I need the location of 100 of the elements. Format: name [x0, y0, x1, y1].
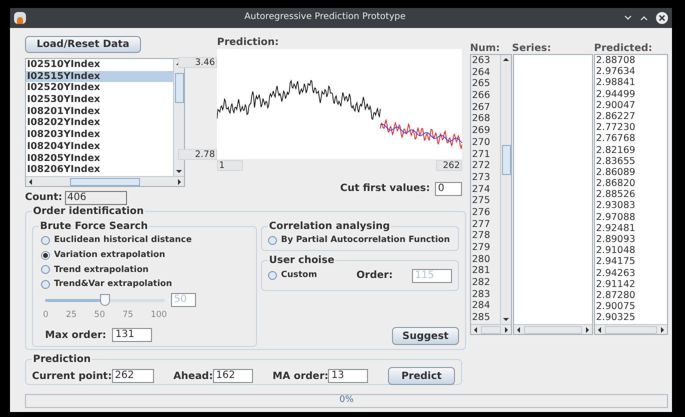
vertical-scrollbar[interactable] — [173, 59, 184, 176]
window-title: Autoregressive Prediction Prototype — [243, 11, 407, 24]
radio-button[interactable] — [268, 236, 277, 245]
row-number: 266 — [471, 90, 492, 102]
max-order-field[interactable]: 131 — [112, 328, 152, 342]
tick-label: 25 — [66, 309, 77, 322]
radio-option[interactable]: Variation extrapolation — [41, 248, 250, 262]
list-item[interactable]: I08206YIndex — [26, 164, 173, 176]
predicted-value: 2.76768 — [595, 133, 636, 144]
axis-min-label: 2.78 — [178, 149, 217, 160]
radio-button[interactable] — [41, 250, 50, 260]
predicted-value: 2.90047 — [595, 100, 636, 111]
predicted-value: 2.93083 — [595, 200, 636, 212]
radio-option[interactable]: Euclidean historical distance — [41, 234, 250, 247]
column-header: Series: — [512, 42, 552, 54]
group-title: Prediction — [32, 353, 92, 367]
predicted-value: 2.86089 — [595, 166, 636, 178]
maximize-icon[interactable] — [640, 15, 648, 21]
predicted-value: 2.94175 — [595, 256, 636, 268]
horizontal-scrollbar[interactable] — [471, 324, 511, 334]
radio-option[interactable]: Trend extrapolation — [41, 264, 250, 276]
push-button[interactable]: Predict — [388, 367, 455, 385]
app-icon — [14, 12, 26, 24]
tick-label: 50 — [94, 309, 105, 322]
list-item[interactable]: I08205YIndex — [26, 152, 173, 164]
row-number: 268 — [471, 113, 492, 126]
predicted-value: 2.77230 — [595, 122, 636, 134]
horizontal-scrollbar[interactable] — [26, 176, 184, 186]
row-number: 276 — [471, 206, 492, 219]
order-label: Order: — [356, 269, 393, 283]
group-title: User choise — [268, 254, 336, 268]
predicted-value: 2.82169 — [595, 144, 636, 156]
column-header: Predicted: — [594, 42, 652, 54]
row-number: 264 — [471, 66, 492, 78]
predicted-value: 2.92481 — [595, 222, 636, 234]
predicted-value: 2.87280 — [595, 290, 636, 302]
predicted-value: 2.90325 — [595, 312, 636, 324]
row-number: 275 — [471, 195, 492, 207]
ahead-label: Ahead: — [173, 370, 213, 384]
ma-order-label: MA order: — [272, 370, 328, 384]
radio-option[interactable]: Trend&Var extrapolation — [41, 278, 250, 291]
list-item[interactable]: I08201YIndex — [26, 106, 173, 118]
progress-text: 0% — [339, 394, 354, 408]
close-icon[interactable] — [656, 12, 668, 24]
predicted-value: 2.88708 — [595, 55, 636, 66]
predicted-value: 2.89093 — [595, 234, 636, 246]
predicted-value: 2.97088 — [595, 212, 636, 223]
row-number: 284 — [471, 300, 492, 312]
tick-label: 75 — [122, 309, 134, 322]
radio-button[interactable] — [41, 236, 50, 245]
horizontal-scrollbar[interactable] — [595, 324, 667, 334]
radio-option[interactable]: By Partial Autocorrelation Function — [268, 234, 450, 247]
ahead-field[interactable]: 162 — [212, 369, 253, 383]
cut-first-field[interactable]: 0 — [435, 182, 462, 196]
row-number: 269 — [471, 125, 492, 137]
row-number: 280 — [471, 254, 492, 266]
row-number: 267 — [471, 102, 492, 114]
minimize-icon[interactable] — [624, 15, 632, 21]
row-number: 274 — [471, 184, 492, 196]
axis-start-label: 1 — [217, 160, 243, 171]
predicted-value: 2.91142 — [595, 278, 636, 290]
group-title: Order identification — [32, 205, 145, 219]
axis-end-label: 262 — [436, 160, 462, 171]
list-item[interactable]: I08203YIndex — [26, 129, 173, 141]
list-item[interactable]: I02510YIndex — [26, 59, 173, 71]
row-number: 282 — [471, 277, 492, 289]
radio-button[interactable] — [41, 265, 50, 274]
list-item[interactable]: I02520YIndex — [26, 82, 173, 94]
push-button[interactable]: Suggest — [392, 327, 459, 345]
radio-option[interactable]: Custom — [268, 269, 318, 282]
push-button[interactable]: Load/Reset Data — [25, 36, 141, 53]
list-item[interactable]: I08204YIndex — [26, 140, 173, 152]
row-number: 281 — [471, 265, 492, 278]
group-title: Correlation analysing — [268, 220, 391, 234]
horizontal-scrollbar[interactable] — [514, 324, 592, 334]
row-number: 285 — [471, 312, 492, 324]
row-number: 270 — [471, 136, 492, 148]
max-order-label: Max order: — [45, 328, 106, 343]
list-item[interactable]: I08202YIndex — [26, 117, 173, 130]
predicted-value: 2.94499 — [595, 88, 636, 100]
row-number: 279 — [471, 242, 492, 254]
row-number: 272 — [471, 160, 492, 172]
count-field: 406 — [65, 190, 128, 204]
slider-thumb[interactable] — [100, 294, 110, 306]
current-point-label: Current point: — [32, 370, 112, 384]
radio-button[interactable] — [41, 280, 50, 290]
ma-order-field[interactable]: 13 — [328, 369, 368, 383]
axis-max-label: 3.46 — [178, 57, 217, 68]
predicted-value: 2.94263 — [595, 268, 636, 279]
list-item[interactable]: I02515YIndex — [26, 70, 173, 82]
radio-button[interactable] — [268, 271, 277, 280]
row-number: 273 — [471, 172, 492, 184]
column-header: Num: — [470, 42, 501, 54]
vertical-scrollbar[interactable] — [500, 55, 511, 324]
current-point-field[interactable]: 262 — [112, 369, 154, 383]
list-item[interactable]: I02530YIndex — [26, 94, 173, 106]
predicted-value: 2.88526 — [595, 189, 636, 200]
tick-label: 100 — [150, 309, 167, 322]
slider[interactable] — [45, 294, 165, 306]
row-number: 265 — [471, 78, 492, 90]
